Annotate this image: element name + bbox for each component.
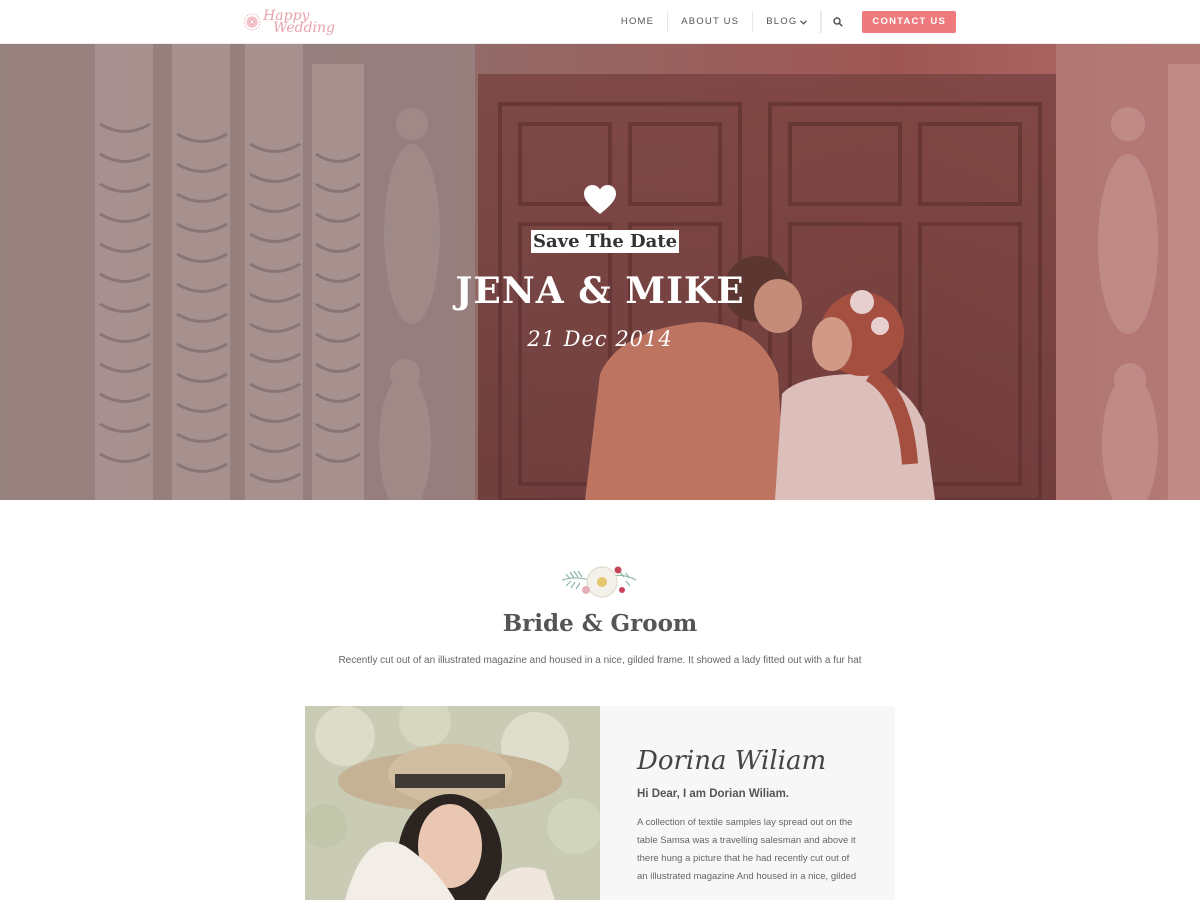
logo-line-2: Wedding <box>273 20 335 36</box>
nav-blog-label: BLOG <box>766 16 798 27</box>
hero-banner: Save The Date JENA & MIKE 21 Dec 2014 <box>0 44 1200 500</box>
section-subtitle: Recently cut out of an illustrated magaz… <box>338 655 862 666</box>
search-button[interactable] <box>821 11 854 33</box>
profile-greeting: Hi Dear, I am Dorian Wiliam. <box>637 788 789 800</box>
bride-photo <box>305 706 600 900</box>
site-header: Happy Wedding HOME ABOUT US BLOG CONTACT… <box>0 0 1200 44</box>
nav-home[interactable]: HOME <box>608 11 669 33</box>
chevron-down-icon <box>800 19 808 25</box>
bio-line: table Samsa was a travelling salesman an… <box>637 835 856 846</box>
heart-icon <box>584 185 616 214</box>
logo-text: Happy Wedding <box>263 9 335 36</box>
nav-about-us[interactable]: ABOUT US <box>668 11 754 33</box>
bio-line: there hung a picture that he had recentl… <box>637 853 850 864</box>
bio-line: A collection of textile samples lay spre… <box>637 817 853 828</box>
site-logo[interactable]: Happy Wedding <box>243 5 335 39</box>
contact-us-button[interactable]: CONTACT US <box>862 11 956 33</box>
save-the-date-label: Save The Date <box>531 230 680 253</box>
wedding-date: 21 Dec 2014 <box>527 327 673 351</box>
floral-ornament-icon <box>561 566 637 598</box>
profile-body: Dorina Wiliam Hi Dear, I am Dorian Wilia… <box>637 746 867 886</box>
nav-blog[interactable]: BLOG <box>753 11 822 33</box>
nav-home-label: HOME <box>620 16 655 27</box>
bio-line: an illustrated magazine And housed in a … <box>637 871 857 882</box>
profile-bio: A collection of textile samples lay spre… <box>637 814 867 886</box>
flower-logo-icon <box>243 13 261 31</box>
profile-name: Dorina Wiliam <box>637 746 827 776</box>
main-nav: HOME ABOUT US BLOG CONTACT US <box>608 11 956 33</box>
search-icon <box>833 17 844 27</box>
bride-profile-card: Dorina Wiliam Hi Dear, I am Dorian Wilia… <box>305 706 895 900</box>
section-title: Bride & Groom <box>502 610 698 637</box>
nav-about-label: ABOUT US <box>681 16 740 27</box>
hero-content: Save The Date JENA & MIKE 21 Dec 2014 <box>0 44 1200 500</box>
couple-names: JENA & MIKE <box>455 270 745 312</box>
